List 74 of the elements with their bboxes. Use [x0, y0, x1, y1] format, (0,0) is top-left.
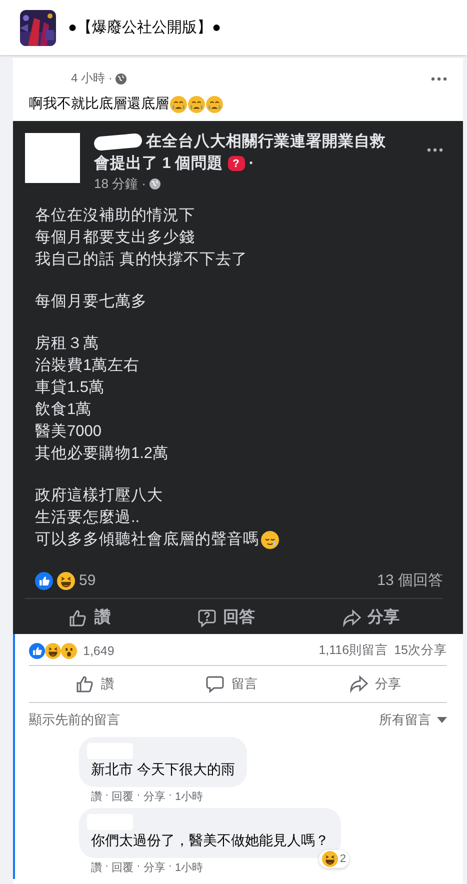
shared-post-title: 在全台八大相關行業連署開業自救 [146, 132, 386, 152]
more-icon[interactable] [427, 148, 443, 152]
post-line: 每個月要七萬多 [35, 292, 148, 312]
comment-text: 新北市 今天下很大的雨 [91, 761, 235, 777]
sleepy-emoji-icon [261, 531, 279, 549]
haha-emoji-icon [57, 572, 75, 590]
caret-icon [437, 717, 447, 723]
post-line: 飲食1萬 [35, 400, 93, 420]
share-action-button[interactable]: 分享 [334, 603, 408, 632]
question-action-button[interactable]: 回答 [188, 603, 263, 632]
question-bubble-icon [196, 608, 217, 628]
shared-post-title: 會提出了 1 個問題 [94, 155, 224, 172]
post-time[interactable]: 4 小時 · [71, 70, 112, 87]
comment-action-link[interactable]: 分享 [143, 860, 166, 875]
post-line: 車貸1.5萬 [35, 378, 106, 398]
post-line: 治裝費1萬左右 [35, 356, 141, 376]
comment-icon [205, 674, 226, 694]
comment-text: 你們太過份了，醫美不做她能見人嗎？ [91, 832, 329, 848]
post-text: 啊我不就比底層還底層 [29, 95, 169, 113]
answer-count[interactable]: 13 個回答 [377, 571, 443, 590]
post-line: 可以多多傾聽社會底層的聲音嗎 [35, 530, 259, 550]
separator-dot: · [105, 789, 109, 803]
comment-action-link[interactable]: 分享 [143, 789, 166, 804]
crying-emoji-icon [188, 96, 205, 112]
share-action-button[interactable]: 分享 [341, 669, 410, 699]
like-emoji-icon [35, 572, 53, 590]
separator-dot: · [105, 860, 109, 874]
share-arrow-icon [349, 674, 370, 694]
redaction-scribble [93, 132, 143, 152]
haha-emoji-icon [45, 642, 61, 658]
globe-icon [115, 72, 128, 84]
post-line: 政府這樣打壓八大 [35, 486, 164, 506]
question-badge: ? [228, 156, 245, 172]
comment-sort-dropdown[interactable]: 所有留言 [379, 711, 447, 729]
comment-action-link[interactable]: 回覆 [112, 860, 134, 875]
reaction-count[interactable]: 59 [79, 572, 96, 589]
post-line: 生活要怎麼過.. [35, 508, 141, 528]
globe-icon [149, 178, 162, 190]
haha-emoji-icon [322, 851, 338, 867]
post-line: 我自己的話 真的快撐不下去了 [35, 250, 248, 270]
share-arrow-icon [342, 608, 362, 628]
share-count[interactable]: 15次分享 [394, 642, 447, 659]
redacted-avatar [25, 133, 80, 183]
like-emoji-icon [29, 642, 45, 658]
comment-time: 1小時 [175, 790, 204, 804]
like-action-button[interactable]: 讚 [60, 603, 118, 632]
reaction-count[interactable]: 1,649 [83, 644, 114, 658]
post-line: 各位在沒補助的情況下 [35, 206, 196, 226]
post-line: 醫美7000 [35, 422, 102, 442]
separator-dot: · [136, 860, 140, 874]
comment-time: 1小時 [175, 861, 204, 875]
comment-action-button[interactable]: 留言 [197, 669, 266, 699]
crying-emoji-icon [170, 96, 187, 112]
post-line: 房租３萬 [35, 334, 100, 354]
show-previous-comments-link[interactable]: 顯示先前的留言 [29, 711, 120, 729]
crying-emoji-icon [206, 96, 223, 112]
post-line: 其他必要購物1.2萬 [35, 444, 170, 464]
group-name[interactable]: ●【爆廢公社公開版】● [68, 18, 222, 37]
comment-count[interactable]: 1,116則留言 [318, 642, 388, 659]
thumbs-up-icon [68, 608, 88, 628]
comment-action-link[interactable]: 讚 [91, 789, 102, 804]
reaction-badge[interactable]: 2 [318, 850, 349, 868]
comment-action-link[interactable]: 讚 [91, 860, 102, 875]
wow-emoji-icon [61, 642, 77, 658]
separator-dot: · [168, 789, 172, 803]
comment-action-link[interactable]: 回覆 [112, 789, 134, 804]
thumbs-up-icon [74, 674, 95, 694]
like-action-button[interactable]: 讚 [66, 669, 122, 699]
separator-dot: · [248, 155, 254, 172]
more-icon[interactable] [431, 76, 447, 80]
post-line: 每個月都要支出多少錢 [35, 228, 196, 248]
separator-dot: · [136, 789, 140, 803]
separator-dot: · [168, 860, 172, 874]
shared-post-time: 18 分鐘 · [94, 175, 146, 193]
